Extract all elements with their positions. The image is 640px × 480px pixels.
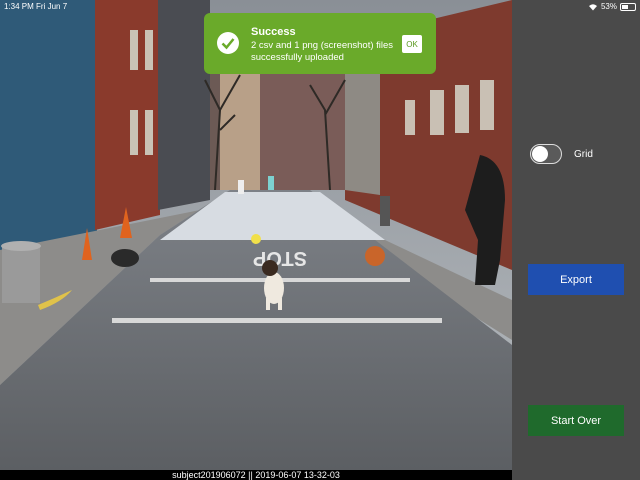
- grid-toggle[interactable]: [530, 144, 562, 164]
- toast-ok-button[interactable]: OK: [402, 35, 422, 53]
- road-stop-marking: STOP: [253, 247, 307, 269]
- status-bar: 1:34 PM Fri Jun 7 53%: [0, 0, 640, 14]
- status-time: 1:34 PM Fri Jun 7: [4, 2, 68, 11]
- control-panel: Grid Export Start Over: [512, 0, 640, 480]
- success-toast: Success 2 csv and 1 png (screenshot) fil…: [204, 13, 436, 74]
- battery-percent: 53%: [600, 2, 617, 11]
- toggle-knob: [532, 146, 548, 162]
- battery-level: [622, 4, 628, 9]
- grid-toggle-row: Grid: [530, 144, 593, 164]
- toast-message: 2 csv and 1 png (screenshot) files succe…: [251, 40, 394, 63]
- status-indicators: 53%: [588, 2, 636, 11]
- wifi-icon: [588, 3, 597, 10]
- grid-label: Grid: [574, 148, 593, 160]
- check-circle-icon: [217, 32, 239, 54]
- start-over-button[interactable]: Start Over: [528, 405, 624, 436]
- toast-title: Success: [251, 26, 296, 38]
- image-caption: subject201906072 || 2019-06-07 13-32-03: [0, 470, 512, 480]
- battery-icon: [620, 2, 636, 11]
- export-button[interactable]: Export: [528, 264, 624, 295]
